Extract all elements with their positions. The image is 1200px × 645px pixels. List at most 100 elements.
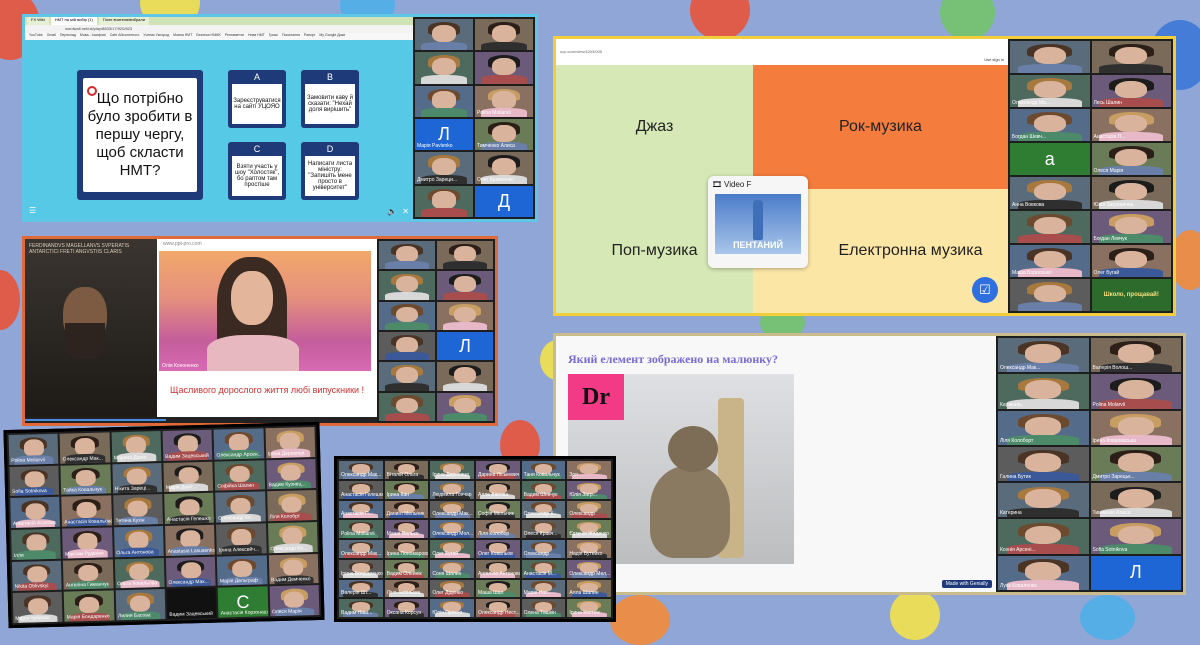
- participant-tile[interactable]: Олександр Ко...: [267, 521, 318, 553]
- participant-tile[interactable]: Людмила Гончар: [430, 480, 474, 499]
- participant-tile[interactable]: Вадим Олейнік: [384, 559, 429, 578]
- participant-tile[interactable]: Олена Ташкін: [521, 599, 566, 617]
- participant-tile[interactable]: Маша Шал: [476, 579, 520, 598]
- participant-tile[interactable]: Олександр К...: [521, 500, 566, 519]
- participant-tile[interactable]: Ліля Колобор: [476, 520, 520, 538]
- participant-tile[interactable]: [437, 362, 493, 391]
- close-icon[interactable]: ✕: [402, 207, 409, 216]
- participant-tile[interactable]: Дмитро Зарецьк...: [1090, 446, 1181, 482]
- category-jazz[interactable]: Джаз: [556, 65, 753, 189]
- bookmark[interactable]: YouTube: [29, 33, 43, 40]
- bookmark[interactable]: Посилання: [282, 33, 300, 40]
- participant-tile[interactable]: Ірина Деревиця: [430, 461, 474, 479]
- participant-tile[interactable]: Оксана Корсун: [384, 599, 429, 617]
- participant-tile[interactable]: Олеся Кравч...: [521, 520, 566, 538]
- answer-card-d[interactable]: D Написати листа міністру: "Запишіть мен…: [301, 142, 359, 200]
- participant-tile[interactable]: Ольга Антонова: [113, 526, 164, 557]
- participant-tile[interactable]: [1010, 211, 1090, 243]
- participant-tile[interactable]: Юлія Прокоп: [430, 599, 474, 617]
- participant-tile[interactable]: Л Марія Pavlenko: [415, 119, 473, 151]
- participant-tile[interactable]: Марія Бондаренко: [64, 590, 115, 622]
- participant-tile[interactable]: Тайка Ковальчук: [60, 464, 111, 496]
- player-bar[interactable]: [25, 417, 377, 423]
- participant-tile[interactable]: Маша Борисенко: [1010, 245, 1090, 277]
- video-thumbnail[interactable]: ПЕНТАНИЙ: [715, 194, 801, 254]
- participant-tile[interactable]: Юлія Загр...: [567, 480, 611, 499]
- participant-tile[interactable]: Олександр Ко...: [215, 491, 266, 523]
- participant-tile[interactable]: Олег Бугай: [430, 540, 474, 558]
- participant-tile[interactable]: Олеся Марія: [1091, 143, 1171, 175]
- menu-icon[interactable]: ☰: [29, 206, 36, 215]
- answer-card-a[interactable]: A Зареєструватися на сайті УЦОЯО: [228, 70, 286, 128]
- participant-tile[interactable]: Ліля Колоборт: [998, 410, 1089, 445]
- participant-tile[interactable]: Олександр: [567, 500, 611, 519]
- participant-tile[interactable]: Олександр Мол...: [430, 520, 474, 538]
- participant-tile[interactable]: Олександр: [521, 540, 566, 558]
- category-rock[interactable]: Рок-музика: [753, 65, 1008, 189]
- bookmark[interactable]: Мовна НМТ: [173, 33, 192, 40]
- video-card[interactable]: 🎞 Video F ПЕНТАНИЙ: [708, 176, 808, 268]
- participant-tile[interactable]: Лесь Шалин: [1091, 75, 1171, 107]
- participant-tile[interactable]: Марія Дельграф: [217, 554, 268, 586]
- participant-tile[interactable]: [415, 52, 473, 84]
- participant-tile[interactable]: Ілля: [11, 528, 62, 560]
- participant-tile[interactable]: Polina Moliarvii: [475, 85, 533, 117]
- participant-tile[interactable]: Ірина Деревиця: [265, 427, 316, 458]
- participant-tile[interactable]: Polina Moliarvii: [339, 520, 383, 538]
- participant-tile[interactable]: [379, 392, 435, 421]
- participant-tile[interactable]: [1091, 41, 1171, 73]
- participant-tile[interactable]: Олександр Мак...: [339, 461, 383, 479]
- participant-tile[interactable]: Олег Бугай: [1091, 245, 1171, 277]
- participant-tile[interactable]: Євгенія Жиденко: [567, 520, 611, 538]
- participant-tile[interactable]: Юлія Загранична: [1091, 177, 1171, 209]
- participant-tile[interactable]: [415, 185, 473, 217]
- participant-tile[interactable]: Олександр Мел...: [567, 559, 611, 578]
- participant-tile[interactable]: [415, 19, 473, 51]
- participant-tile[interactable]: Валерія Волош...: [1090, 338, 1181, 373]
- volume-icon[interactable]: 🔈: [387, 207, 397, 216]
- bookmark[interactable]: Регламенти: [225, 33, 244, 40]
- participant-tile[interactable]: Марина Діана: [111, 431, 162, 462]
- participant-tile[interactable]: Богдан Левчук: [1091, 211, 1171, 243]
- participant-tile[interactable]: Олександр Арсен...: [213, 428, 264, 460]
- address-bar[interactable]: wordwall.net/uk/play/8833/17/920/823: [25, 25, 413, 33]
- participant-tile[interactable]: [475, 19, 533, 51]
- bookmark[interactable]: Рапорт: [304, 33, 315, 40]
- answer-card-c[interactable]: C Взяти участь у шоу "Холостяк", бо рапт…: [228, 142, 286, 200]
- participant-tile[interactable]: [475, 52, 533, 84]
- participant-tile[interactable]: [437, 392, 493, 421]
- participant-tile[interactable]: C Анастасія Корзонаш: [217, 586, 269, 618]
- participant-tile[interactable]: Дмитро Зареци...: [415, 152, 473, 184]
- participant-tile[interactable]: Ірина Кан: [384, 480, 429, 499]
- participant-tile[interactable]: Тимченко Алиса: [475, 119, 533, 151]
- participant-tile[interactable]: Вадим Зацевський: [162, 429, 213, 461]
- participant-tile[interactable]: Валерія Шт...: [339, 579, 383, 598]
- participant-tile[interactable]: Тетяна Кузін: [112, 494, 163, 526]
- participant-tile[interactable]: Ірина Алексейч...: [216, 523, 267, 555]
- browser-tab[interactable]: FX Wiki: [27, 17, 49, 25]
- participant-tile[interactable]: Соня Шалин: [430, 559, 474, 578]
- bookmark[interactable]: Нова НМТ: [248, 33, 265, 40]
- participant-tile[interactable]: Анастасія Агапова: [10, 497, 61, 528]
- participant-tile[interactable]: [379, 301, 435, 330]
- participant-tile[interactable]: [437, 301, 493, 330]
- participant-tile[interactable]: Anastasia Lasusenko: [165, 524, 216, 556]
- participant-tile[interactable]: Олег Кравченко: [475, 152, 533, 184]
- participant-tile[interactable]: Софійка Шалин: [214, 460, 265, 491]
- participant-tile[interactable]: Олександр Мак...: [165, 556, 216, 588]
- participant-tile[interactable]: Олександр Ма...: [1010, 75, 1090, 107]
- bookmark[interactable]: My Google Доки: [319, 33, 345, 40]
- bookmark[interactable]: Ученик Ужгород: [143, 33, 169, 40]
- participant-tile[interactable]: Polina Moliarvii: [8, 433, 59, 465]
- participant-tile[interactable]: Анастасія Гелешко: [339, 480, 383, 499]
- participant-tile[interactable]: Ліля Колобрт: [266, 490, 317, 522]
- participant-tile[interactable]: Каракаль: [998, 374, 1089, 409]
- participant-tile[interactable]: Максим Руденко: [62, 527, 113, 559]
- participant-tile[interactable]: a: [1010, 143, 1090, 175]
- participant-tile[interactable]: Олександр Мак...: [59, 432, 110, 464]
- participant-tile[interactable]: Анастасія М...: [521, 559, 566, 578]
- participant-tile[interactable]: Катерина: [998, 483, 1089, 518]
- participant-tile[interactable]: Алла Басова: [476, 480, 520, 499]
- participant-tile[interactable]: [379, 271, 435, 300]
- bookmark[interactable]: Гроші: [269, 33, 278, 40]
